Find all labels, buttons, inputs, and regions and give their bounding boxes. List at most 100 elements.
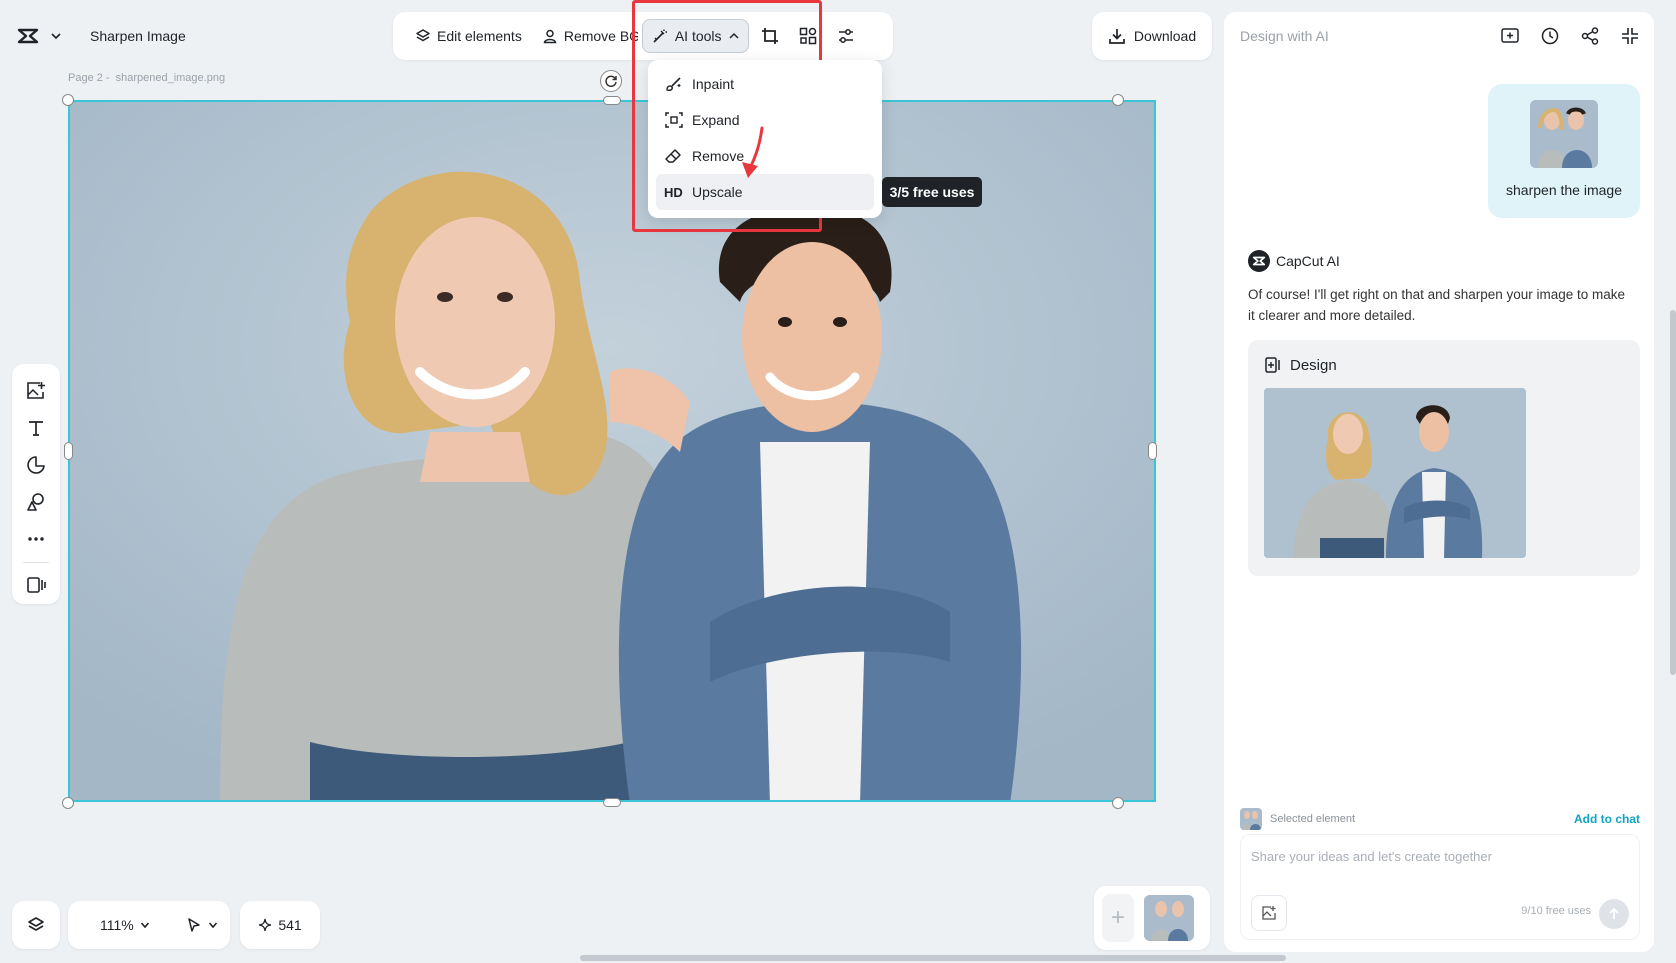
resize-handle-top-right[interactable] <box>1112 94 1124 106</box>
free-uses-counter: 9/10 free uses <box>1521 905 1591 917</box>
app-header: Sharpen Image <box>16 20 186 52</box>
page-label: Page 2 - sharpened_image.png <box>68 72 231 84</box>
annotation-arrow-icon <box>742 126 764 178</box>
resize-handle-bottom[interactable] <box>603 798 621 807</box>
resize-handle-bottom-left[interactable] <box>62 797 74 809</box>
text-icon <box>27 419 45 437</box>
remove-bg-label: Remove BG <box>563 28 638 44</box>
horizontal-scrollbar[interactable] <box>580 955 1286 961</box>
design-frame-icon <box>1264 356 1282 374</box>
cursor-icon <box>187 918 200 932</box>
arrange-icon <box>799 27 817 45</box>
pages-strip: + <box>1094 886 1210 950</box>
sparkle-icon <box>258 918 272 932</box>
panel-actions <box>1500 26 1640 46</box>
design-result-image[interactable] <box>1264 388 1526 558</box>
sliders-icon <box>837 27 855 45</box>
resize-handle-top-left[interactable] <box>62 94 74 106</box>
layers-icon <box>415 28 431 44</box>
zoom-controls: 111% <box>68 901 230 949</box>
resize-handle-left[interactable] <box>64 442 73 460</box>
inpaint-label: Inpaint <box>692 76 735 92</box>
collapse-icon[interactable] <box>1620 26 1640 46</box>
rotate-handle[interactable] <box>600 70 622 92</box>
canvas-image[interactable] <box>68 100 1156 802</box>
selected-element-label: Selected element <box>1270 813 1355 825</box>
chevron-down-icon[interactable] <box>50 30 62 42</box>
credits-count: 541 <box>278 917 302 933</box>
selected-element-row: Selected element Add to chat <box>1240 804 1640 834</box>
brush-sparkle-icon <box>664 75 684 93</box>
layers-icon <box>27 916 45 934</box>
resize-handle-right[interactable] <box>1148 442 1157 460</box>
magic-wand-icon <box>651 28 669 44</box>
sticker-icon <box>26 455 46 475</box>
add-image-button[interactable] <box>18 372 54 409</box>
design-title: Design <box>1264 356 1337 374</box>
arrow-up-icon <box>1607 907 1621 921</box>
edit-elements-button[interactable]: Edit elements <box>407 19 530 53</box>
elements-tool-button[interactable] <box>18 484 54 521</box>
chevron-up-icon <box>728 30 740 42</box>
upscale-label: Upscale <box>692 184 743 200</box>
attached-image <box>1530 100 1598 168</box>
resize-handle-bottom-right[interactable] <box>1112 797 1124 809</box>
add-to-chat-button[interactable]: Add to chat <box>1574 812 1640 826</box>
image-upload-icon <box>1261 905 1277 921</box>
chevron-down-icon <box>208 922 217 929</box>
download-icon <box>1108 27 1126 45</box>
credits-button[interactable]: 541 <box>240 901 320 949</box>
add-page-button[interactable]: + <box>1102 894 1134 942</box>
adjust-button[interactable] <box>829 19 863 53</box>
arrange-button[interactable] <box>791 19 825 53</box>
crop-icon <box>761 27 779 45</box>
rotate-icon <box>604 74 618 88</box>
user-message: sharpen the image <box>1488 84 1640 218</box>
crop-button[interactable] <box>753 19 787 53</box>
left-toolbar <box>12 364 60 604</box>
more-tools-button[interactable] <box>18 521 54 558</box>
history-icon[interactable] <box>1540 26 1560 46</box>
sidebar-panel-icon <box>26 576 46 594</box>
zoom-level: 111% <box>100 917 134 933</box>
page-number: Page 2 - <box>68 72 110 84</box>
elements-icon <box>26 492 46 512</box>
vertical-scrollbar[interactable] <box>1670 310 1676 675</box>
design-result-card[interactable]: Design <box>1248 340 1640 576</box>
send-button[interactable] <box>1599 899 1629 929</box>
new-chat-icon[interactable] <box>1500 26 1520 46</box>
share-icon[interactable] <box>1580 26 1600 46</box>
chevron-down-icon <box>140 922 149 929</box>
download-button[interactable]: Download <box>1092 12 1212 60</box>
remove-bg-button[interactable]: Remove BG <box>534 19 638 53</box>
document-title[interactable]: Sharpen Image <box>90 28 186 44</box>
expand-frame-icon <box>664 111 684 129</box>
design-with-ai-panel: Design with AI sharpen the image CapCut … <box>1224 12 1654 952</box>
page-thumbnail[interactable] <box>1144 895 1194 941</box>
resize-handle-top[interactable] <box>603 96 621 105</box>
toolbar-divider <box>23 561 49 563</box>
hd-badge: HD <box>664 184 683 200</box>
panel-toggle-button[interactable] <box>18 567 54 604</box>
zoom-level-select[interactable]: 111% <box>100 917 150 933</box>
person-icon <box>542 28 558 44</box>
ai-header: CapCut AI <box>1248 250 1340 272</box>
user-message-text: sharpen the image <box>1506 182 1622 198</box>
edit-elements-label: Edit elements <box>437 28 522 44</box>
menu-item-inpaint[interactable]: Inpaint <box>656 66 874 102</box>
ai-tools-label: AI tools <box>674 28 722 44</box>
layers-button[interactable] <box>12 901 60 949</box>
pointer-tool-select[interactable] <box>186 917 218 933</box>
ai-name: CapCut AI <box>1276 253 1340 269</box>
photo-two-people <box>70 102 1154 800</box>
shapes-tool-button[interactable] <box>18 446 54 483</box>
more-dots-icon <box>27 536 45 542</box>
chat-input[interactable] <box>1251 849 1631 864</box>
thumbnail-image <box>1144 895 1194 941</box>
capcut-ai-avatar <box>1248 250 1270 272</box>
ai-tools-button[interactable]: AI tools <box>641 19 749 53</box>
attached-image-thumbnail[interactable] <box>1530 100 1598 168</box>
text-tool-button[interactable] <box>18 409 54 446</box>
capcut-logo-icon[interactable] <box>16 26 40 46</box>
upload-image-button[interactable] <box>1251 895 1287 931</box>
